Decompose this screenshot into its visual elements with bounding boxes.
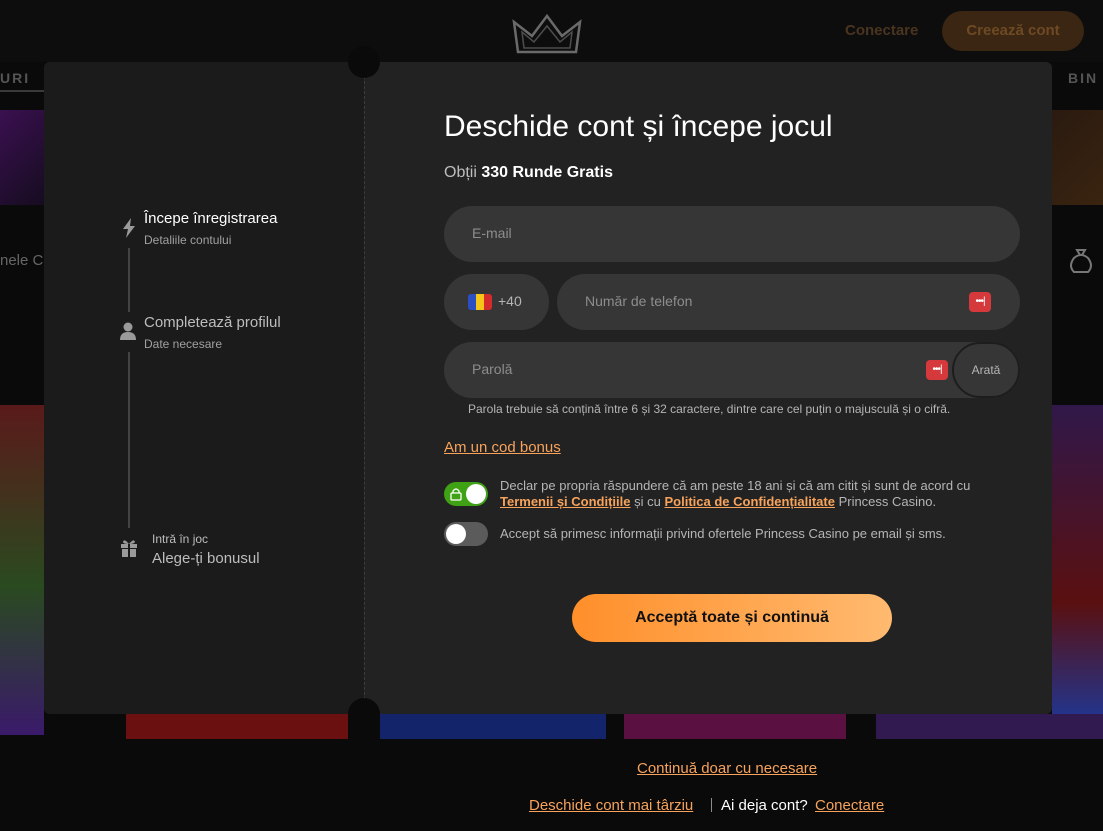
step-title: Completează profilul [144,314,281,331]
terms-consent-line2: Termenii și Condițiile și cu Politica de… [500,494,970,510]
password-manager-icon[interactable]: •••| [926,360,948,380]
toggle-knob [446,524,466,544]
terms-toggle[interactable] [444,482,488,506]
step-subtitle: Date necesare [144,337,223,351]
terms-consent-mid: și cu [630,494,665,509]
step-title: Începe înregistrarea [144,210,278,227]
toggle-knob [466,484,486,504]
money-bag-icon [1070,249,1092,273]
form-title: Deschide cont și începe jocul [444,110,833,143]
privacy-policy-link[interactable]: Politica de Confidențialitate [664,494,834,509]
nav-fragment-right: BIN [1068,70,1099,86]
subtitle-prefix: Obții [444,164,477,181]
game-tile-bottom [126,714,348,739]
registration-modal: Începe înregistrarea Detaliile contului … [44,62,1052,714]
terms-consent-end: Princess Casino. [834,494,937,509]
password-placeholder: Parolă [472,361,513,377]
user-icon [120,322,136,340]
footer-separator [711,798,712,812]
nav-fragment-left: URI [0,70,31,86]
modal-notch-bottom [348,698,380,730]
continue-required-only-link[interactable]: Continuă doar cu necesare [637,760,817,777]
crown-icon [512,13,582,54]
phone-number-field[interactable]: Număr de telefon •••| [557,274,1020,330]
login-link[interactable]: Conectare [815,797,884,814]
step-title: Alege-ți bonusul [152,550,260,567]
header-login-link[interactable]: Conectare [845,22,918,39]
promo-banner-right [1052,110,1103,205]
marketing-consent-text: Accept să primesc informații privind ofe… [500,526,946,541]
game-tile-bottom [624,714,846,739]
phone-country-code: +40 [498,293,522,309]
accept-all-continue-button[interactable]: Acceptă toate și continuă [572,594,892,642]
email-field[interactable]: E-mail [444,206,1020,262]
password-manager-icon[interactable]: •••| [969,292,991,312]
step-connector [128,352,130,528]
terms-consent-text: Declar pe propria răspundere că am peste… [500,478,970,510]
romania-flag-icon [468,294,492,310]
modal-notch-top [348,46,380,78]
free-spins-offer: 330 Runde Gratis [481,164,613,181]
password-field[interactable]: Parolă •••| Arată [444,342,1020,398]
game-tile-left [0,405,44,735]
terms-consent-line: Declar pe propria răspundere că am peste… [500,478,971,493]
step-subtitle: Intră în joc [152,532,209,546]
panel-divider [364,76,365,700]
gift-icon [121,540,137,557]
step-connector [128,248,130,312]
form-subtitle: Obții 330 Runde Gratis [444,164,613,182]
section-heading-fragment: nele C [0,252,44,269]
nav-underline [0,90,44,92]
header-create-account-button[interactable]: Creează cont [942,11,1084,51]
step-subtitle: Detaliile contului [144,233,232,247]
lightning-icon [123,218,135,238]
email-placeholder: E-mail [472,225,512,241]
phone-country-select[interactable]: +40 [444,274,549,330]
bonus-code-link[interactable]: Am un cod bonus [444,439,561,456]
game-tile-right [1052,405,1103,735]
game-tile-bottom [876,714,1103,739]
have-account-text: Ai deja cont? [721,797,808,814]
lock-icon [450,488,462,501]
steps-panel [44,62,364,714]
phone-placeholder: Număr de telefon [585,293,693,309]
marketing-toggle[interactable] [444,522,488,546]
show-password-button[interactable]: Arată [952,342,1020,398]
open-account-later-link[interactable]: Deschide cont mai târziu [529,797,693,814]
terms-link[interactable]: Termenii și Condițiile [500,494,631,509]
game-tile-bottom [380,714,606,739]
promo-banner-left [0,110,44,205]
password-hint: Parola trebuie să conțină între 6 și 32 … [468,402,951,416]
